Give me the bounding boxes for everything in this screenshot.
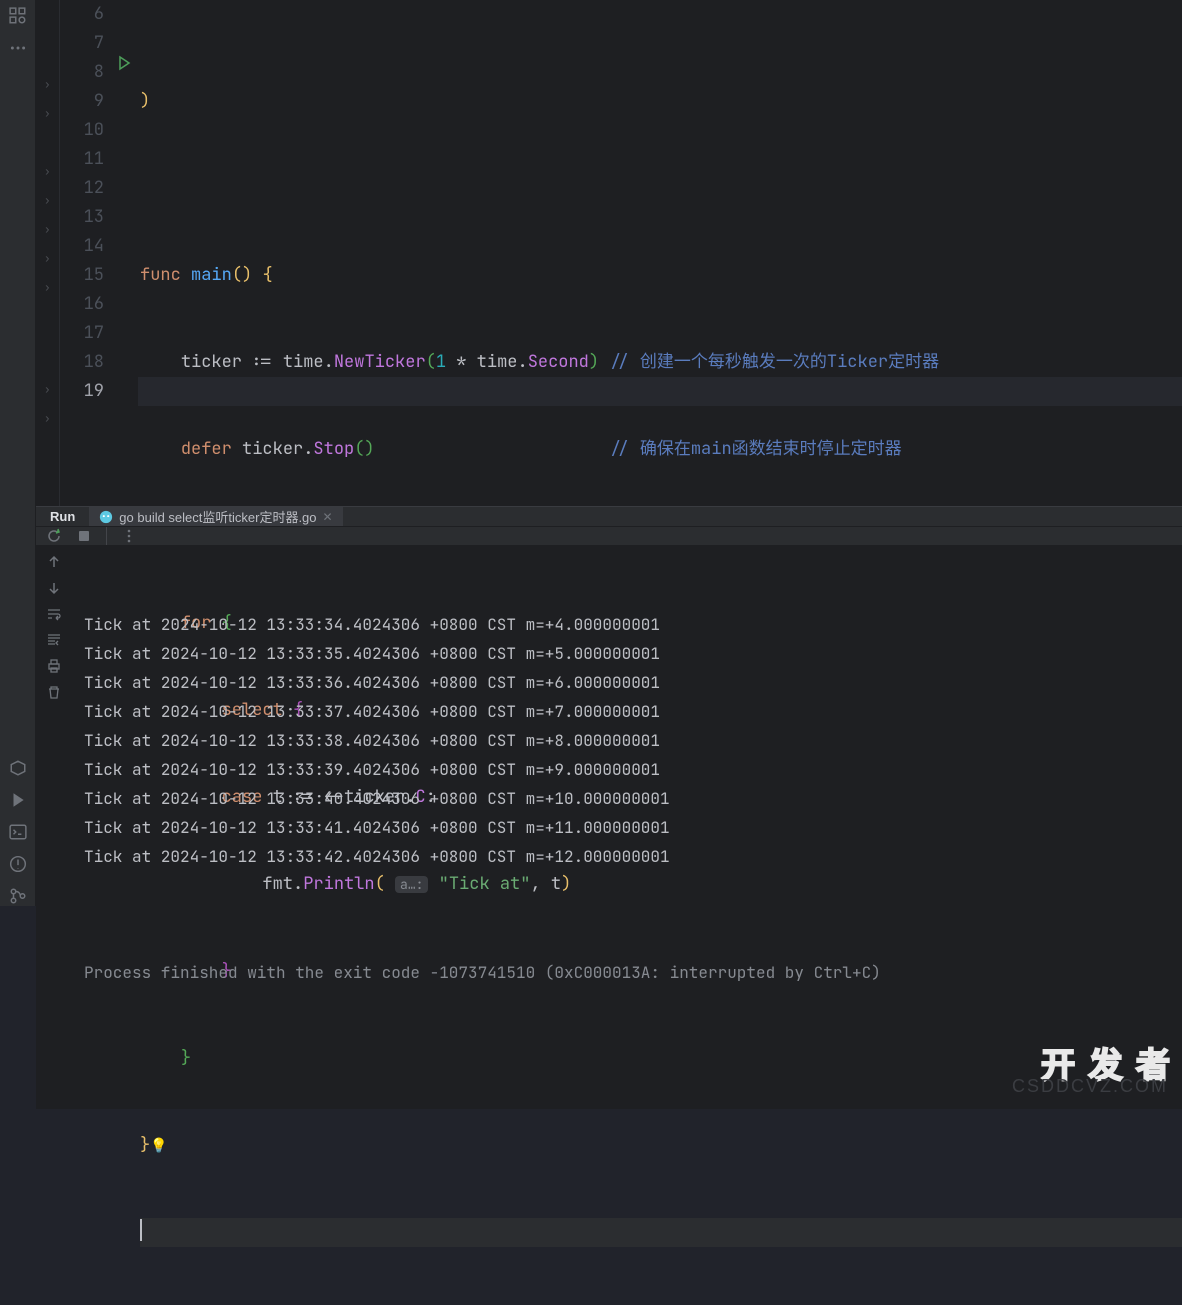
fold-marker[interactable]: › [44, 252, 51, 266]
code-token: defer [181, 438, 232, 460]
code-token: { [262, 264, 272, 286]
caret [140, 1219, 142, 1241]
output-line: Tick at 2024-10-12 13:33:35.4024306 +080… [84, 639, 1170, 668]
code-token: NewTicker [334, 351, 426, 373]
line-number[interactable]: 19 [60, 377, 104, 406]
exit-message: Process finished with the exit code -107… [84, 958, 1170, 987]
clear-icon[interactable] [46, 684, 62, 700]
line-number[interactable]: 17 [60, 319, 104, 348]
line-number[interactable]: 14 [60, 232, 104, 261]
line-number[interactable]: 8 [60, 58, 104, 87]
code-token: * [446, 351, 477, 373]
intention-bulb-icon[interactable]: 💡 [150, 1137, 167, 1155]
terminal-icon[interactable] [8, 822, 28, 842]
code-token: ) [140, 90, 150, 112]
tab-run[interactable]: Run [36, 507, 89, 526]
code-token: time [283, 351, 324, 373]
code-token: . [517, 351, 527, 373]
code-token: ticker [181, 351, 242, 373]
more-icon[interactable] [8, 38, 28, 58]
code-token: func [140, 264, 181, 286]
line-number[interactable]: 7 [60, 29, 104, 58]
vcs-icon[interactable] [8, 886, 28, 906]
watermark: CSDDCVZ.COM [1012, 1072, 1168, 1101]
fold-marker[interactable]: › [44, 107, 51, 121]
code-token: ( [426, 351, 436, 373]
code[interactable]: ) func main() { ticker := time.NewTicker… [138, 0, 1182, 506]
down-icon[interactable] [46, 580, 62, 596]
up-icon[interactable] [46, 554, 62, 570]
code-token: . [303, 438, 313, 460]
code-token: time [477, 351, 518, 373]
scroll-end-icon[interactable] [46, 632, 62, 648]
rerun-icon[interactable] [46, 528, 62, 544]
line-number[interactable]: 12 [60, 174, 104, 203]
print-icon[interactable] [46, 658, 62, 674]
line-number[interactable]: 9 [60, 87, 104, 116]
line-gutter[interactable]: 678910111213141516171819 [60, 0, 118, 506]
run-gutter[interactable] [118, 0, 138, 506]
output-line: Tick at 2024-10-12 13:33:39.4024306 +080… [84, 755, 1170, 784]
output-line: Tick at 2024-10-12 13:33:40.4024306 +080… [84, 784, 1170, 813]
go-file-icon [99, 510, 113, 524]
code-token: Stop [313, 438, 354, 460]
code-token: () [354, 438, 374, 460]
code-comment: // 确保在main函数结束时停止定时器 [609, 438, 901, 460]
fold-marker[interactable]: › [44, 281, 51, 295]
run-line-icon[interactable] [116, 55, 132, 71]
output-line: Tick at 2024-10-12 13:33:37.4024306 +080… [84, 697, 1170, 726]
console-output[interactable]: Tick at 2024-10-12 13:33:34.4024306 +080… [72, 546, 1182, 1109]
code-token: ) [589, 351, 599, 373]
left-tool-rail [0, 0, 36, 906]
code-token: () [232, 264, 252, 286]
code-token: } [140, 1134, 150, 1156]
line-number[interactable]: 6 [60, 0, 104, 29]
fold-marker[interactable]: › [44, 383, 51, 397]
problems-icon[interactable] [8, 854, 28, 874]
console-side-toolbar [36, 546, 72, 1109]
code-token: 1 [436, 351, 446, 373]
services-icon[interactable] [8, 758, 28, 778]
code-comment: // 创建一个每秒触发一次的Ticker定时器 [609, 351, 939, 373]
output-line: Tick at 2024-10-12 13:33:38.4024306 +080… [84, 726, 1170, 755]
fold-marker[interactable]: › [44, 165, 51, 179]
run-icon[interactable] [8, 790, 28, 810]
code-token: := [252, 351, 272, 373]
line-number[interactable]: 18 [60, 348, 104, 377]
output-line: Tick at 2024-10-12 13:33:42.4024306 +080… [84, 842, 1170, 871]
fold-column[interactable]: › › › › › › › › › [36, 0, 60, 506]
output-line: Tick at 2024-10-12 13:33:36.4024306 +080… [84, 668, 1170, 697]
fold-marker[interactable]: › [44, 223, 51, 237]
code-token: ticker [242, 438, 303, 460]
code-token: main [191, 264, 232, 286]
line-number[interactable]: 15 [60, 261, 104, 290]
line-number[interactable]: 16 [60, 290, 104, 319]
stop-icon[interactable] [76, 528, 92, 544]
more-options-icon[interactable] [121, 528, 137, 544]
soft-wrap-icon[interactable] [46, 606, 62, 622]
code-token: Second [528, 351, 589, 373]
editor[interactable]: › › › › › › › › › 6789101112131415161718… [36, 0, 1182, 506]
code-token: . [324, 351, 334, 373]
output-line: Tick at 2024-10-12 13:33:34.4024306 +080… [84, 610, 1170, 639]
fold-marker[interactable]: › [44, 412, 51, 426]
line-number[interactable]: 10 [60, 116, 104, 145]
output-line: Tick at 2024-10-12 13:33:41.4024306 +080… [84, 813, 1170, 842]
structure-icon[interactable] [8, 6, 28, 26]
run-tool-window: Run go build select监听ticker定时器.go ✕ [36, 506, 1182, 906]
line-number[interactable]: 11 [60, 145, 104, 174]
line-number[interactable]: 13 [60, 203, 104, 232]
fold-marker[interactable]: › [44, 194, 51, 208]
fold-marker[interactable]: › [44, 78, 51, 92]
